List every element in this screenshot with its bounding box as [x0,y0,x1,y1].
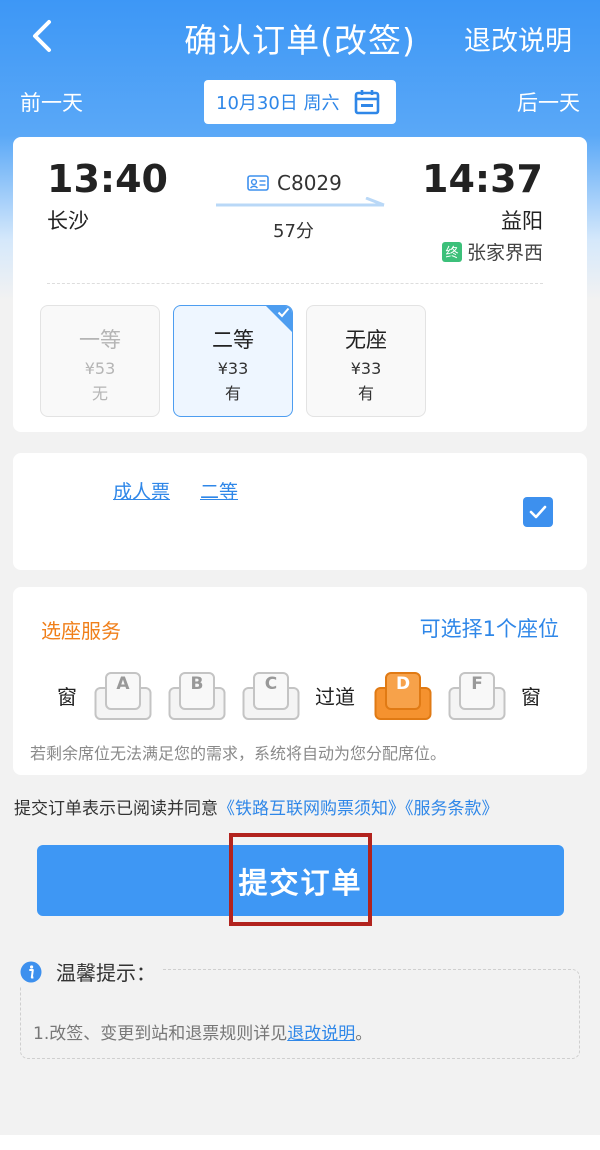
seat-b[interactable]: B [168,671,226,721]
agreement-text: 提交订单表示已阅读并同意《铁路互联网购票须知》《服务条款》 [14,794,499,819]
passenger-seat-class-link[interactable]: 二等 [200,477,238,504]
tips-header: 温馨提示： [20,957,162,986]
bottom-bar [0,1135,600,1150]
seat-service-note: 若剩余席位无法满足您的需求，系统将自动为您分配席位。 [30,744,447,763]
seat-class-availability: 无 [91,384,108,403]
train-info-card: 13:40 长沙 C8029 57分 14:37 益阳 终 张家界西 一等 ¥5… [13,137,587,432]
aisle-label: 过道 [315,685,355,709]
nav-bar: 确认订单(改签) 退改说明 [0,0,600,75]
next-day-button[interactable]: 后一天 [517,87,580,117]
prev-day-button[interactable]: 前一天 [20,87,83,117]
highlight-annotation [229,833,372,926]
window-label-left: 窗 [57,685,77,709]
arrival-station: 益阳 [501,209,543,233]
seat-class-first[interactable]: 一等 ¥53 无 [40,305,160,417]
agreement-prefix: 提交订单表示已阅读并同意 [14,799,218,819]
seat-service-card: 选座服务 可选择1个座位 窗 A B C 过道 D F 窗 若剩余席位无法满足您… [13,587,587,775]
refund-rules-link[interactable]: 退改说明 [464,19,572,58]
tips-line: 1.改签、变更到站和退票规则详见退改说明。 [33,1019,372,1044]
passenger-checkbox[interactable] [523,497,553,527]
tips-refund-rules-link[interactable]: 退改说明 [287,1024,355,1044]
trip-duration: 57分 [273,221,314,242]
ticket-notice-link[interactable]: 《铁路互联网购票须知》 [218,799,405,819]
seat-class-price: ¥53 [84,359,116,378]
seat-class-no-seat[interactable]: 无座 ¥33 有 [306,305,426,417]
arrival-time: 14:37 [422,157,543,201]
terminal-station: 张家界西 [466,242,543,264]
departure-time: 13:40 [47,157,168,201]
ticket-type-link[interactable]: 成人票 [113,477,170,504]
departure-station: 长沙 [47,209,89,233]
seat-letter: F [471,674,483,694]
direction-arrow-icon [216,197,385,207]
checkmark-icon [529,505,547,519]
seat-class-price: ¥33 [350,359,382,378]
seat-class-price: ¥33 [217,359,249,378]
terminal-badge: 终 [441,241,462,262]
seat-service-hint: 可选择1个座位 [419,617,559,641]
date-bar: 前一天 10月30日 周六 后一天 [0,78,600,126]
train-number: C8029 [277,171,342,195]
passenger-card: 成人票 二等 [13,453,587,570]
seat-service-title: 选座服务 [41,619,121,643]
seat-a[interactable]: A [94,671,152,721]
seat-letter: B [190,674,204,694]
seat-c[interactable]: C [242,671,300,721]
tips-line-suffix: 。 [355,1024,373,1044]
seat-f[interactable]: F [448,671,506,721]
terms-link[interactable]: 《服务条款》 [405,799,499,819]
terminal-info: 终 张家界西 [441,238,543,265]
seat-class-availability: 有 [357,384,374,403]
info-icon [20,961,42,982]
divider [47,283,543,284]
seat-letter: C [264,674,278,694]
calendar-icon [354,89,380,115]
id-card-icon [247,175,269,191]
seat-letter: D [395,674,411,694]
tips-title: 温馨提示： [56,961,156,985]
seat-letter: A [116,674,130,694]
seat-class-second[interactable]: 二等 ¥33 有 [173,305,293,417]
window-label-right: 窗 [521,685,541,709]
tips-line-prefix: 1.改签、变更到站和退票规则详见 [33,1024,288,1044]
seat-d[interactable]: D [374,671,432,721]
seat-map-row: 窗 A B C 过道 D F 窗 [13,665,587,725]
train-number-group: C8029 [247,171,342,195]
seat-class-name: 无座 [345,328,387,352]
seat-class-availability: 有 [224,384,241,403]
date-picker[interactable]: 10月30日 周六 [204,80,396,124]
date-text: 10月30日 周六 [216,93,340,114]
seat-class-name: 一等 [79,328,121,352]
check-icon [277,307,290,318]
